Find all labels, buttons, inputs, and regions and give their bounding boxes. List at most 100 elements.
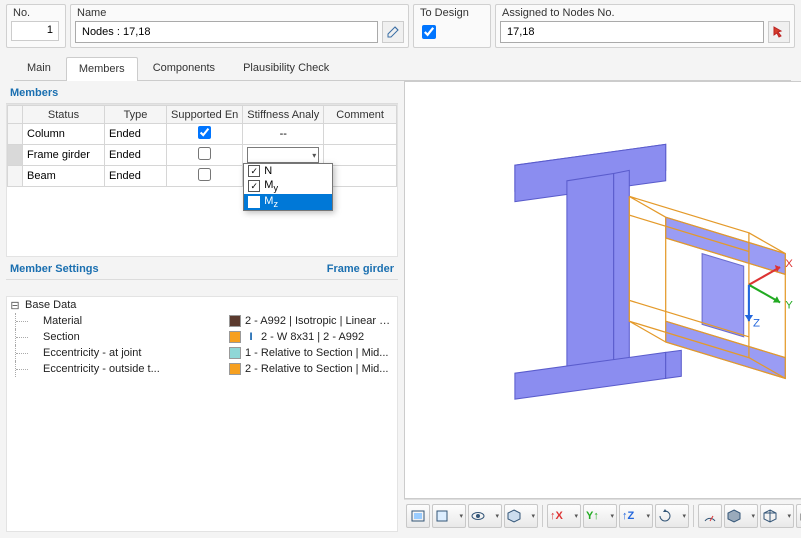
toolbtn-view-x[interactable]: ↑X▾	[547, 504, 581, 528]
toolbtn-print[interactable]: ▾	[796, 504, 801, 528]
chevron-down-icon: ▾	[751, 512, 755, 520]
dd-item-mz[interactable]: ✓ Mz	[244, 194, 332, 210]
viewer-toolbar: ▾ ▾ ▾ ↑X▾ Y↑▾ ↑Z▾ ▾ ▾ ▾ ▾ ✖	[404, 499, 801, 532]
edit-name-button[interactable]	[382, 21, 404, 43]
supported-checkbox[interactable]	[198, 126, 211, 139]
color-swatch	[229, 363, 241, 375]
tab-components[interactable]: Components	[140, 56, 228, 80]
toolbtn-meter[interactable]	[698, 504, 722, 528]
chevron-down-icon: ▾	[531, 512, 535, 520]
tree-row-section[interactable]: Section I 2 - W 8x31 | 2 - A992	[7, 329, 397, 345]
dd-checkbox: ✓	[248, 165, 260, 177]
cube-small-icon	[507, 509, 521, 523]
member-settings-title: Member Settings Frame girder	[6, 257, 398, 280]
field-name-label: Name	[71, 5, 408, 19]
rotate-icon	[658, 509, 672, 523]
dd-checkbox: ✓	[248, 196, 260, 208]
field-no: No. 1	[6, 4, 66, 48]
toolbtn-wireframe[interactable]: ▾	[760, 504, 794, 528]
header-row: No. 1 Name Nodes : 17,18 To Design Assig…	[0, 0, 801, 48]
solid-icon	[727, 509, 741, 523]
color-swatch	[229, 315, 241, 327]
tab-main[interactable]: Main	[14, 56, 64, 80]
members-table: Status Type Supported En Stiffness Analy…	[7, 105, 397, 187]
col-status[interactable]: Status	[23, 106, 105, 124]
eye-icon	[471, 509, 485, 523]
name-input[interactable]: Nodes : 17,18	[75, 21, 378, 43]
dd-item-my[interactable]: ✓ My	[244, 178, 332, 194]
toolbtn-rotate[interactable]: ▾	[655, 504, 689, 528]
to-design-label: To Design	[414, 5, 490, 19]
separator	[693, 505, 694, 527]
field-name: Name Nodes : 17,18	[70, 4, 409, 48]
toolbtn-isometric[interactable]: ▾	[504, 504, 538, 528]
table-row[interactable]: Frame girder Ended ▾ ✓ N ✓	[8, 145, 397, 166]
toolbtn-view-mode[interactable]	[406, 504, 430, 528]
chevron-down-icon: ▾	[574, 512, 578, 520]
color-swatch	[229, 347, 241, 359]
members-table-box: Status Type Supported En Stiffness Analy…	[6, 104, 398, 257]
scene-svg: X Y Z	[405, 82, 801, 498]
tab-strip: Main Members Components Plausibility Che…	[14, 56, 791, 81]
chevron-down-icon: ▾	[610, 512, 614, 520]
dd-checkbox: ✓	[248, 180, 260, 192]
color-swatch	[229, 331, 241, 343]
wireframe-icon	[763, 509, 777, 523]
tab-members[interactable]: Members	[66, 57, 138, 81]
toolbtn-solid[interactable]: ▾	[724, 504, 758, 528]
meter-icon	[703, 509, 717, 523]
col-supported[interactable]: Supported En	[167, 106, 243, 124]
toolbtn-view-y[interactable]: Y↑ ▾	[583, 504, 617, 528]
supported-checkbox[interactable]	[198, 168, 211, 181]
tab-plausibility[interactable]: Plausibility Check	[230, 56, 342, 80]
chevron-down-icon: ▾	[495, 512, 499, 520]
chevron-down-icon: ▾	[312, 151, 316, 160]
table-row[interactable]: Column Ended --	[8, 124, 397, 145]
tree-row-material[interactable]: Material 2 - A992 | Isotropic | Linear E…	[7, 313, 397, 329]
field-no-label: No.	[7, 5, 65, 19]
collapse-icon[interactable]: ⊟	[9, 299, 21, 312]
tree-row-ecc-outside[interactable]: Eccentricity - outside t... 2 - Relative…	[7, 361, 397, 377]
pencil-icon	[386, 25, 400, 39]
tree-row-ecc-joint[interactable]: Eccentricity - at joint 1 - Relative to …	[7, 345, 397, 361]
render-icon	[435, 509, 449, 523]
col-rowheader	[8, 106, 23, 124]
stiffness-dropdown-popup: ✓ N ✓ My ✓ Mz	[243, 163, 333, 211]
left-panel: Members Status Type Supported En Stiffne…	[6, 81, 398, 532]
stiffness-dropdown[interactable]: ▾	[247, 147, 319, 163]
no-input[interactable]: 1	[11, 21, 59, 41]
col-type[interactable]: Type	[105, 106, 167, 124]
dd-item-n[interactable]: ✓ N	[244, 164, 332, 178]
table-empty-area	[7, 187, 397, 256]
3d-viewer[interactable]: X Y Z	[404, 81, 801, 499]
tree-base-data[interactable]: ⊟ Base Data	[7, 297, 397, 313]
field-to-design: To Design	[413, 4, 491, 48]
assigned-nodes-input[interactable]: 17,18	[500, 21, 764, 43]
stiffness-dropdown-cell[interactable]: ▾ ✓ N ✓ My	[243, 145, 324, 166]
members-title: Members	[6, 81, 398, 104]
svg-text:Y: Y	[785, 300, 793, 312]
toolbtn-show-hide[interactable]: ▾	[468, 504, 502, 528]
chevron-down-icon: ▾	[682, 512, 686, 520]
separator	[542, 505, 543, 527]
member-settings-tree: ⊟ Base Data Material 2 - A992 | Isotropi…	[6, 296, 398, 532]
pick-nodes-button[interactable]	[768, 21, 790, 43]
assigned-label: Assigned to Nodes No.	[496, 5, 794, 19]
chevron-down-icon: ▾	[459, 512, 463, 520]
pick-arrow-icon	[772, 25, 786, 39]
to-design-checkbox[interactable]	[422, 25, 436, 39]
svg-text:X: X	[785, 258, 793, 270]
svg-text:Z: Z	[753, 317, 760, 329]
i-section-icon: I	[245, 331, 257, 343]
toolbtn-render-mode[interactable]: ▾	[432, 504, 466, 528]
workarea: Members Status Type Supported En Stiffne…	[0, 81, 801, 538]
col-comment[interactable]: Comment	[324, 106, 397, 124]
toolbtn-view-z[interactable]: ↑Z▾	[619, 504, 653, 528]
supported-checkbox[interactable]	[198, 147, 211, 160]
axis-y-icon: Y↑	[586, 510, 599, 522]
chevron-down-icon: ▾	[787, 512, 791, 520]
field-assigned-nodes: Assigned to Nodes No. 17,18	[495, 4, 795, 48]
axis-z-icon: ↑Z	[622, 510, 634, 522]
table-row[interactable]: Beam Ended	[8, 166, 397, 187]
col-stiffness[interactable]: Stiffness Analy	[243, 106, 324, 124]
